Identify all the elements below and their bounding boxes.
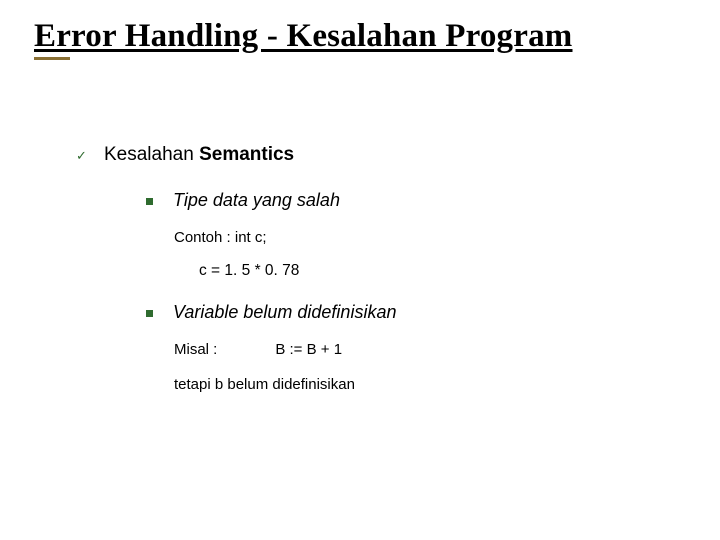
bullet-level1: ✓ Kesalahan Semantics xyxy=(76,144,692,166)
square-bullet-icon xyxy=(146,198,153,205)
square-bullet-icon xyxy=(146,310,153,317)
checkmark-icon: ✓ xyxy=(76,148,88,164)
misal-row: Misal : B := B + 1 xyxy=(174,341,692,358)
slide-title-wrap: Error Handling - Kesalahan Program xyxy=(34,18,573,60)
title-accent-bar xyxy=(34,57,70,60)
bullet-level2: Tipe data yang salah xyxy=(146,190,692,211)
misal-code: B := B + 1 xyxy=(275,341,342,358)
example1-code: c = 1. 5 * 0. 78 xyxy=(76,262,692,280)
bullet-level2: Variable belum didefinisikan xyxy=(146,302,692,323)
bullet1-prefix: Kesalahan xyxy=(104,144,199,165)
misal-label: Misal : xyxy=(174,341,217,358)
bullet-level1-text: Kesalahan Semantics xyxy=(104,144,294,166)
slide-title: Error Handling - Kesalahan Program xyxy=(34,18,573,59)
sub-bullet-2: Variable belum didefinisikan xyxy=(173,302,396,323)
bullet1-bold: Semantics xyxy=(199,144,294,165)
sub-bullet-1: Tipe data yang salah xyxy=(173,190,340,211)
note-line: tetapi b belum didefinisikan xyxy=(174,376,692,393)
example1-label: Contoh : int c; xyxy=(174,229,692,246)
